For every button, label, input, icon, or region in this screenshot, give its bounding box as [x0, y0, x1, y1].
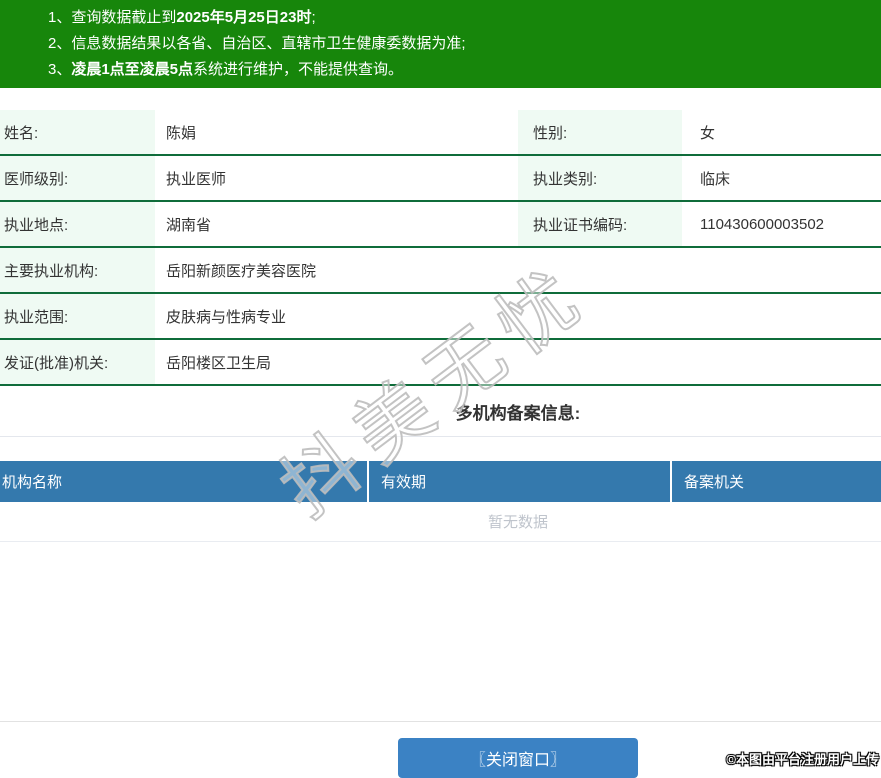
field-value-practice-scope: 皮肤病与性病专业	[155, 294, 881, 338]
empty-data-message: 暂无数据	[0, 502, 881, 542]
column-header-institution-name: 机构名称	[0, 461, 369, 502]
column-header-filing-authority: 备案机关	[672, 461, 881, 502]
section-title-multi-institution: 多机构备案信息:	[0, 386, 881, 437]
notice-text: 系统进行维护，不能提供查询。	[193, 61, 403, 78]
notice-line-3: 3、凌晨1点至凌晨5点系统进行维护，不能提供查询。	[48, 57, 881, 83]
notice-line-1: 1、查询数据截止到2025年5月25日23时;	[48, 5, 881, 31]
table-row-level-category: 医师级别: 执业医师 执业类别: 临床	[0, 156, 881, 202]
records-table-header: 机构名称 有效期 备案机关	[0, 461, 881, 502]
field-value-category: 临床	[682, 156, 881, 200]
spacer	[0, 542, 881, 721]
field-value-gender: 女	[682, 110, 881, 154]
notice-number: 1、	[48, 9, 71, 26]
notice-line-2: 2、信息数据结果以各省、自治区、直辖市卫生健康委数据为准;	[48, 31, 881, 57]
column-header-validity-period: 有效期	[369, 461, 672, 502]
practitioner-info-table: 姓名: 陈娟 性别: 女 医师级别: 执业医师 执业类别: 临床 执业地点: 湖…	[0, 110, 881, 386]
table-row-name-gender: 姓名: 陈娟 性别: 女	[0, 110, 881, 156]
field-label-gender: 性别:	[518, 110, 682, 154]
footer: 〖关闭窗口〗	[0, 722, 881, 778]
field-value-cert-number: 110430600003502	[682, 202, 881, 246]
field-label-name: 姓名:	[0, 110, 155, 154]
notice-number: 3、	[48, 61, 71, 78]
table-row-practice-scope: 执业范围: 皮肤病与性病专业	[0, 294, 881, 340]
notice-text: ;	[311, 9, 315, 26]
field-label-level: 医师级别:	[0, 156, 155, 200]
field-value-location: 湖南省	[155, 202, 518, 246]
notice-text: 查询数据截止到	[71, 9, 176, 26]
notice-number: 2、	[48, 35, 71, 52]
spacer	[0, 88, 881, 110]
field-label-issuing-authority: 发证(批准)机关:	[0, 340, 155, 384]
spacer	[0, 437, 881, 461]
close-window-button[interactable]: 〖关闭窗口〗	[398, 738, 638, 778]
field-label-cert-number: 执业证书编码:	[518, 202, 682, 246]
field-value-main-institution: 岳阳新颜医疗美容医院	[155, 248, 881, 292]
notice-banner: 1、查询数据截止到2025年5月25日23时; 2、信息数据结果以各省、自治区、…	[0, 0, 881, 88]
field-value-issuing-authority: 岳阳楼区卫生局	[155, 340, 881, 384]
notice-text: 信息数据结果以各省、自治区、直辖市卫生健康委数据为准;	[71, 35, 465, 52]
field-label-category: 执业类别:	[518, 156, 682, 200]
table-row-location-certno: 执业地点: 湖南省 执业证书编码: 110430600003502	[0, 202, 881, 248]
field-label-practice-scope: 执业范围:	[0, 294, 155, 338]
field-value-level: 执业医师	[155, 156, 518, 200]
notice-text-bold: 凌晨1点至凌晨5点	[71, 61, 193, 78]
page: 1、查询数据截止到2025年5月25日23时; 2、信息数据结果以各省、自治区、…	[0, 0, 881, 778]
notice-text-bold: 2025年5月25日23时	[176, 9, 311, 26]
table-row-issuing-authority: 发证(批准)机关: 岳阳楼区卫生局	[0, 340, 881, 386]
field-label-location: 执业地点:	[0, 202, 155, 246]
field-label-main-institution: 主要执业机构:	[0, 248, 155, 292]
field-value-name: 陈娟	[155, 110, 518, 154]
table-row-main-institution: 主要执业机构: 岳阳新颜医疗美容医院	[0, 248, 881, 294]
